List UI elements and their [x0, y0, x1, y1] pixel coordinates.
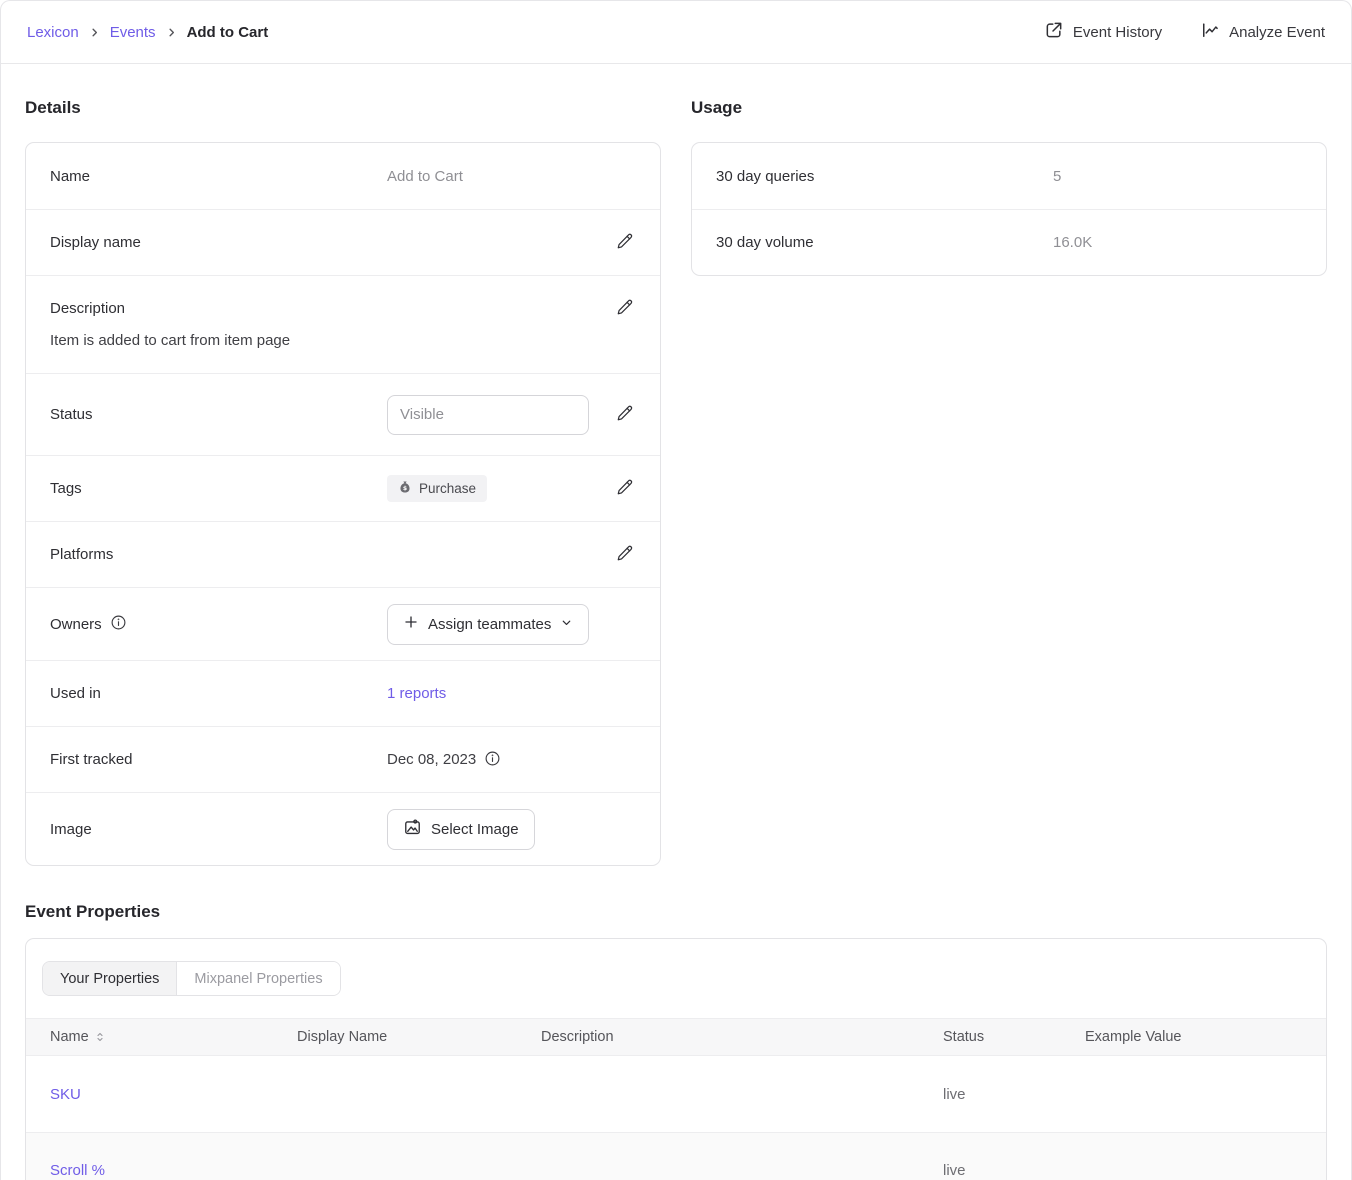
breadcrumb-current-event: Add to Cart — [187, 24, 269, 41]
volume-value: 16.0K — [1053, 234, 1092, 251]
edit-tags-button[interactable] — [614, 476, 636, 501]
edit-description-button[interactable] — [614, 296, 636, 321]
info-icon — [110, 614, 127, 634]
sort-arrows-icon — [94, 1031, 106, 1043]
property-status: live — [943, 1086, 1085, 1103]
photo-icon — [403, 818, 422, 841]
column-header-name[interactable]: Name — [50, 1029, 297, 1045]
event-properties-section: Event Properties Your Properties Mixpane… — [25, 902, 1327, 1180]
chevron-down-icon — [560, 616, 573, 633]
usage-title: Usage — [691, 98, 1327, 118]
pencil-icon — [616, 544, 634, 565]
column-name-label: Name — [50, 1029, 89, 1045]
edit-display-name-button[interactable] — [614, 230, 636, 255]
queries-value: 5 — [1053, 168, 1061, 185]
detail-row-description: Description Item is added to cart from i… — [26, 275, 660, 373]
name-label: Name — [50, 168, 387, 185]
description-label: Description — [50, 300, 387, 317]
description-value: Item is added to cart from item page — [50, 332, 636, 349]
analyze-event-label: Analyze Event — [1229, 24, 1325, 41]
properties-table-header: Name Display Name Description Status Exa… — [26, 1018, 1326, 1056]
pencil-icon — [616, 298, 634, 319]
used-in-label: Used in — [50, 685, 387, 702]
main-content: Details Name Add to Cart Display name — [1, 64, 1351, 1180]
used-in-reports-link[interactable]: 1 reports — [387, 685, 446, 702]
usage-section: Usage 30 day queries 5 30 day volume 16.… — [691, 98, 1327, 866]
status-label: Status — [50, 406, 387, 423]
name-value: Add to Cart — [387, 168, 463, 185]
top-actions: Event History Analyze Event — [1044, 20, 1325, 44]
column-header-description: Description — [541, 1029, 943, 1045]
line-chart-icon — [1200, 20, 1220, 44]
property-status: live — [943, 1162, 1085, 1179]
detail-row-name: Name Add to Cart — [26, 143, 660, 209]
money-bag-icon: $ — [398, 480, 412, 497]
select-image-label: Select Image — [431, 821, 519, 838]
usage-row-volume: 30 day volume 16.0K — [692, 209, 1326, 275]
first-tracked-label: First tracked — [50, 751, 387, 768]
details-section: Details Name Add to Cart Display name — [25, 98, 661, 866]
pencil-icon — [616, 404, 634, 425]
column-header-status: Status — [943, 1029, 1085, 1045]
usage-card: 30 day queries 5 30 day volume 16.0K — [691, 142, 1327, 276]
svg-text:$: $ — [403, 485, 407, 492]
first-tracked-info-button[interactable] — [484, 750, 501, 770]
platforms-label: Platforms — [50, 546, 387, 563]
queries-label: 30 day queries — [716, 168, 1053, 185]
detail-row-used-in: Used in 1 reports — [26, 660, 660, 726]
pencil-icon — [616, 232, 634, 253]
assign-teammates-button[interactable]: Assign teammates — [387, 604, 589, 645]
edit-status-button[interactable] — [614, 402, 636, 427]
property-name-link[interactable]: SKU — [50, 1086, 297, 1103]
breadcrumb: Lexicon Events Add to Cart — [27, 24, 268, 41]
tab-your-properties[interactable]: Your Properties — [43, 962, 177, 995]
assign-teammates-label: Assign teammates — [428, 616, 551, 633]
analyze-event-button[interactable]: Analyze Event — [1200, 20, 1325, 44]
details-card: Name Add to Cart Display name — [25, 142, 661, 866]
detail-row-owners: Owners Assign teammates — [26, 587, 660, 660]
chevron-right-icon — [89, 27, 100, 38]
tag-chip-label: Purchase — [419, 481, 476, 496]
usage-row-queries: 30 day queries 5 — [692, 143, 1326, 209]
column-header-example-value: Example Value — [1085, 1029, 1326, 1045]
event-history-button[interactable]: Event History — [1044, 20, 1162, 44]
detail-row-image: Image Select Image — [26, 792, 660, 865]
property-name-link[interactable]: Scroll % — [50, 1162, 297, 1179]
pencil-icon — [616, 478, 634, 499]
display-name-label: Display name — [50, 234, 387, 251]
properties-table: Name Display Name Description Status Exa… — [26, 1018, 1326, 1180]
tab-mixpanel-properties[interactable]: Mixpanel Properties — [177, 962, 339, 995]
detail-row-platforms: Platforms — [26, 521, 660, 587]
info-icon — [484, 750, 501, 770]
breadcrumb-lexicon[interactable]: Lexicon — [27, 24, 79, 41]
owners-info-button[interactable] — [110, 614, 127, 634]
details-title: Details — [25, 98, 661, 118]
lexicon-event-detail-page: Lexicon Events Add to Cart Event Hist — [0, 0, 1352, 1180]
table-row-scroll-percent[interactable]: Scroll % live — [26, 1132, 1326, 1180]
select-image-button[interactable]: Select Image — [387, 809, 535, 850]
top-bar: Lexicon Events Add to Cart Event Hist — [1, 1, 1351, 64]
column-header-display-name: Display Name — [297, 1029, 541, 1045]
status-input[interactable] — [387, 395, 589, 435]
event-history-label: Event History — [1073, 24, 1162, 41]
event-properties-card: Your Properties Mixpanel Properties Name… — [25, 938, 1327, 1180]
detail-row-status: Status — [26, 373, 660, 455]
tags-label: Tags — [50, 480, 387, 497]
plus-icon — [403, 614, 419, 634]
image-label: Image — [50, 821, 387, 838]
breadcrumb-events[interactable]: Events — [110, 24, 156, 41]
table-row-sku[interactable]: SKU live — [26, 1056, 1326, 1132]
first-tracked-value: Dec 08, 2023 — [387, 751, 476, 768]
volume-label: 30 day volume — [716, 234, 1053, 251]
owners-label: Owners — [50, 616, 102, 633]
edit-platforms-button[interactable] — [614, 542, 636, 567]
detail-row-tags: Tags $ Purchase — [26, 455, 660, 521]
event-properties-title: Event Properties — [25, 902, 1327, 922]
chevron-right-icon — [166, 27, 177, 38]
detail-row-display-name: Display name — [26, 209, 660, 275]
tag-chip-purchase[interactable]: $ Purchase — [387, 475, 487, 502]
properties-tab-group: Your Properties Mixpanel Properties — [42, 961, 341, 996]
external-link-icon — [1044, 20, 1064, 44]
detail-row-first-tracked: First tracked Dec 08, 2023 — [26, 726, 660, 792]
